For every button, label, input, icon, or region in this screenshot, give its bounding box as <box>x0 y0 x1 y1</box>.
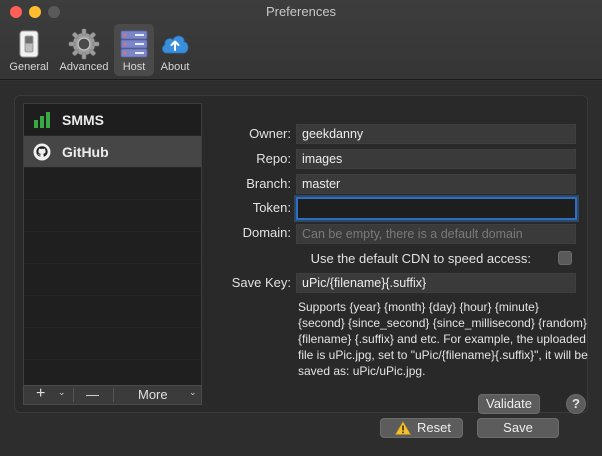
add-host-label: + <box>36 385 46 402</box>
token-label: Token: <box>252 200 291 215</box>
toolbar-advanced[interactable]: Advanced <box>56 24 112 76</box>
server-icon <box>120 30 148 58</box>
toolbar-advanced-label: Advanced <box>59 61 109 73</box>
branch-field[interactable]: master <box>296 174 576 194</box>
signal-bars-icon <box>34 112 50 128</box>
savekey-field[interactable]: uPic/{filename}{.suffix} <box>296 273 576 293</box>
cloud-upload-icon <box>162 35 189 54</box>
host-list-empty-row <box>24 296 201 328</box>
chevron-down-icon: ⌄ <box>58 387 66 397</box>
add-host-button[interactable]: + ⌄ <box>24 385 72 404</box>
host-preferences-pane: SMMS GitHub + ⌄ — More ⌄ Owner: geekdann… <box>0 81 602 456</box>
host-list-toolbar: + ⌄ — More ⌄ <box>23 385 202 405</box>
owner-label: Owner: <box>249 126 291 141</box>
help-button[interactable]: ? <box>566 394 586 414</box>
toolbar-general[interactable]: General <box>4 24 54 76</box>
toolbar-general-label: General <box>9 61 49 73</box>
branch-label: Branch: <box>246 176 291 191</box>
chevron-down-icon: ⌄ <box>189 387 197 397</box>
host-list-empty-row <box>24 264 201 296</box>
host-list-item-github[interactable]: GitHub <box>24 136 201 168</box>
validate-button[interactable]: Validate <box>478 394 540 414</box>
toolbar-host-label: Host <box>122 61 146 73</box>
toolbar-about[interactable]: About <box>156 24 194 76</box>
toolbar-about-label: About <box>160 61 190 73</box>
cdn-checkbox[interactable] <box>558 251 572 265</box>
cdn-label: Use the default CDN to speed access: <box>310 251 531 266</box>
save-button[interactable]: Save <box>477 418 559 438</box>
remove-host-label: — <box>86 387 99 402</box>
repo-label: Repo: <box>256 151 291 166</box>
host-list-empty-row <box>24 328 201 360</box>
savekey-help-text: Supports {year} {month} {day} {hour} {mi… <box>298 300 588 378</box>
switch-icon <box>19 30 39 58</box>
reset-button-label: Reset <box>417 420 451 435</box>
host-settings-group: SMMS GitHub + ⌄ — More ⌄ Owner: geekdann… <box>14 95 588 414</box>
owner-field[interactable]: geekdanny <box>296 124 576 144</box>
titlebar: Preferences General Advanced Host About <box>0 0 602 80</box>
host-list-item-smms[interactable]: SMMS <box>24 104 201 136</box>
more-host-label: More <box>138 387 168 402</box>
toolbar-host[interactable]: Host <box>114 24 154 76</box>
remove-host-button[interactable]: — <box>74 386 112 404</box>
token-field[interactable] <box>296 197 577 220</box>
preferences-window: Preferences General Advanced Host About … <box>0 0 602 456</box>
repo-field[interactable]: images <box>296 149 576 169</box>
savekey-label: Save Key: <box>231 275 291 290</box>
warning-icon <box>395 421 411 435</box>
host-list-empty-row <box>24 200 201 232</box>
gear-icon <box>68 28 100 60</box>
host-list-empty-row <box>24 168 201 200</box>
host-list-item-label: SMMS <box>62 112 104 128</box>
more-host-button[interactable]: More ⌄ <box>114 386 201 404</box>
reset-button[interactable]: Reset <box>380 418 463 438</box>
host-list-item-label: GitHub <box>62 144 109 160</box>
host-list-empty-row <box>24 232 201 264</box>
domain-field[interactable]: Can be empty, there is a default domain <box>296 224 576 244</box>
window-title: Preferences <box>265 4 337 19</box>
github-icon <box>33 143 51 161</box>
host-list[interactable]: SMMS GitHub <box>23 103 202 393</box>
domain-label: Domain: <box>242 225 291 240</box>
